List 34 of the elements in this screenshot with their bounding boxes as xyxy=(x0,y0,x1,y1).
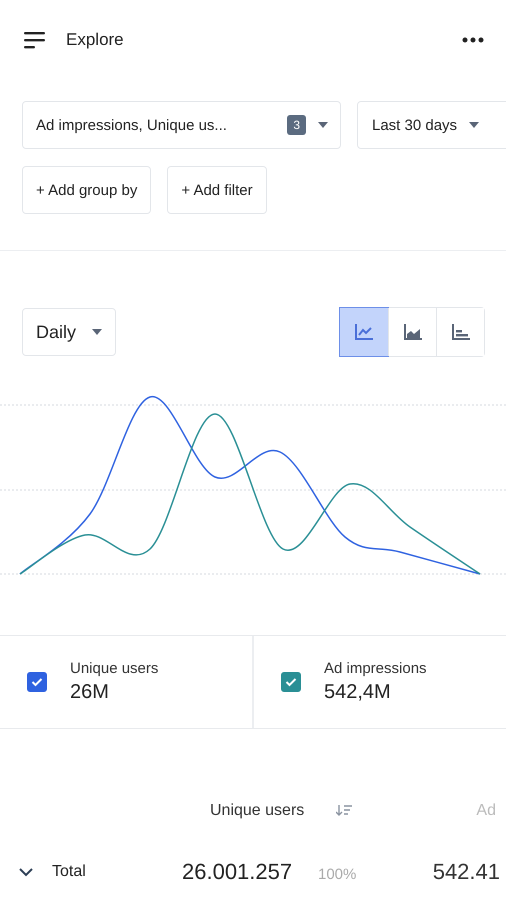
table-cell: 100% xyxy=(318,866,356,883)
legend-value: 542,4M xyxy=(324,681,392,704)
line-chart-icon xyxy=(354,323,374,341)
caret-icon xyxy=(469,122,480,128)
table-cell: Total xyxy=(52,863,86,881)
add-button[interactable]: + Add filter xyxy=(167,166,267,214)
table-cell: 26.001.257 xyxy=(182,859,292,885)
add-button[interactable]: + Add group by xyxy=(22,166,152,214)
date-range-dropdown[interactable]: Last 30 days xyxy=(357,101,506,149)
chart-type-button[interactable] xyxy=(436,308,484,356)
interval-dropdown[interactable]: Daily xyxy=(22,308,116,356)
legend-card[interactable]: Unique users 26M xyxy=(0,636,254,728)
check-icon xyxy=(285,677,297,687)
metrics-dropdown[interactable]: Ad impressions, Unique us... 3 xyxy=(22,101,341,149)
table-cell: 542.41 xyxy=(432,859,500,885)
sort-icon[interactable] xyxy=(336,805,352,817)
legend-card[interactable]: Ad impressions 542,4M xyxy=(254,636,506,728)
caret-icon xyxy=(318,122,328,128)
page-title: Explore xyxy=(66,30,125,50)
menu-icon[interactable] xyxy=(24,31,46,49)
column-header[interactable]: Unique users xyxy=(210,802,304,820)
caret-icon xyxy=(92,329,102,335)
legend-label: Ad impressions xyxy=(324,660,427,677)
check-icon xyxy=(31,677,43,687)
checkbox[interactable] xyxy=(281,672,301,692)
chevron-icon[interactable] xyxy=(19,868,33,876)
area-chart-icon xyxy=(402,323,422,341)
legend-label: Unique users xyxy=(70,660,158,677)
count-badge: 3 xyxy=(287,115,306,135)
legend-value: 26M xyxy=(70,681,110,704)
chart-type-button[interactable] xyxy=(340,308,388,356)
bar-chart-icon xyxy=(450,323,470,341)
more-icon[interactable] xyxy=(462,37,484,43)
checkbox[interactable] xyxy=(27,672,47,692)
